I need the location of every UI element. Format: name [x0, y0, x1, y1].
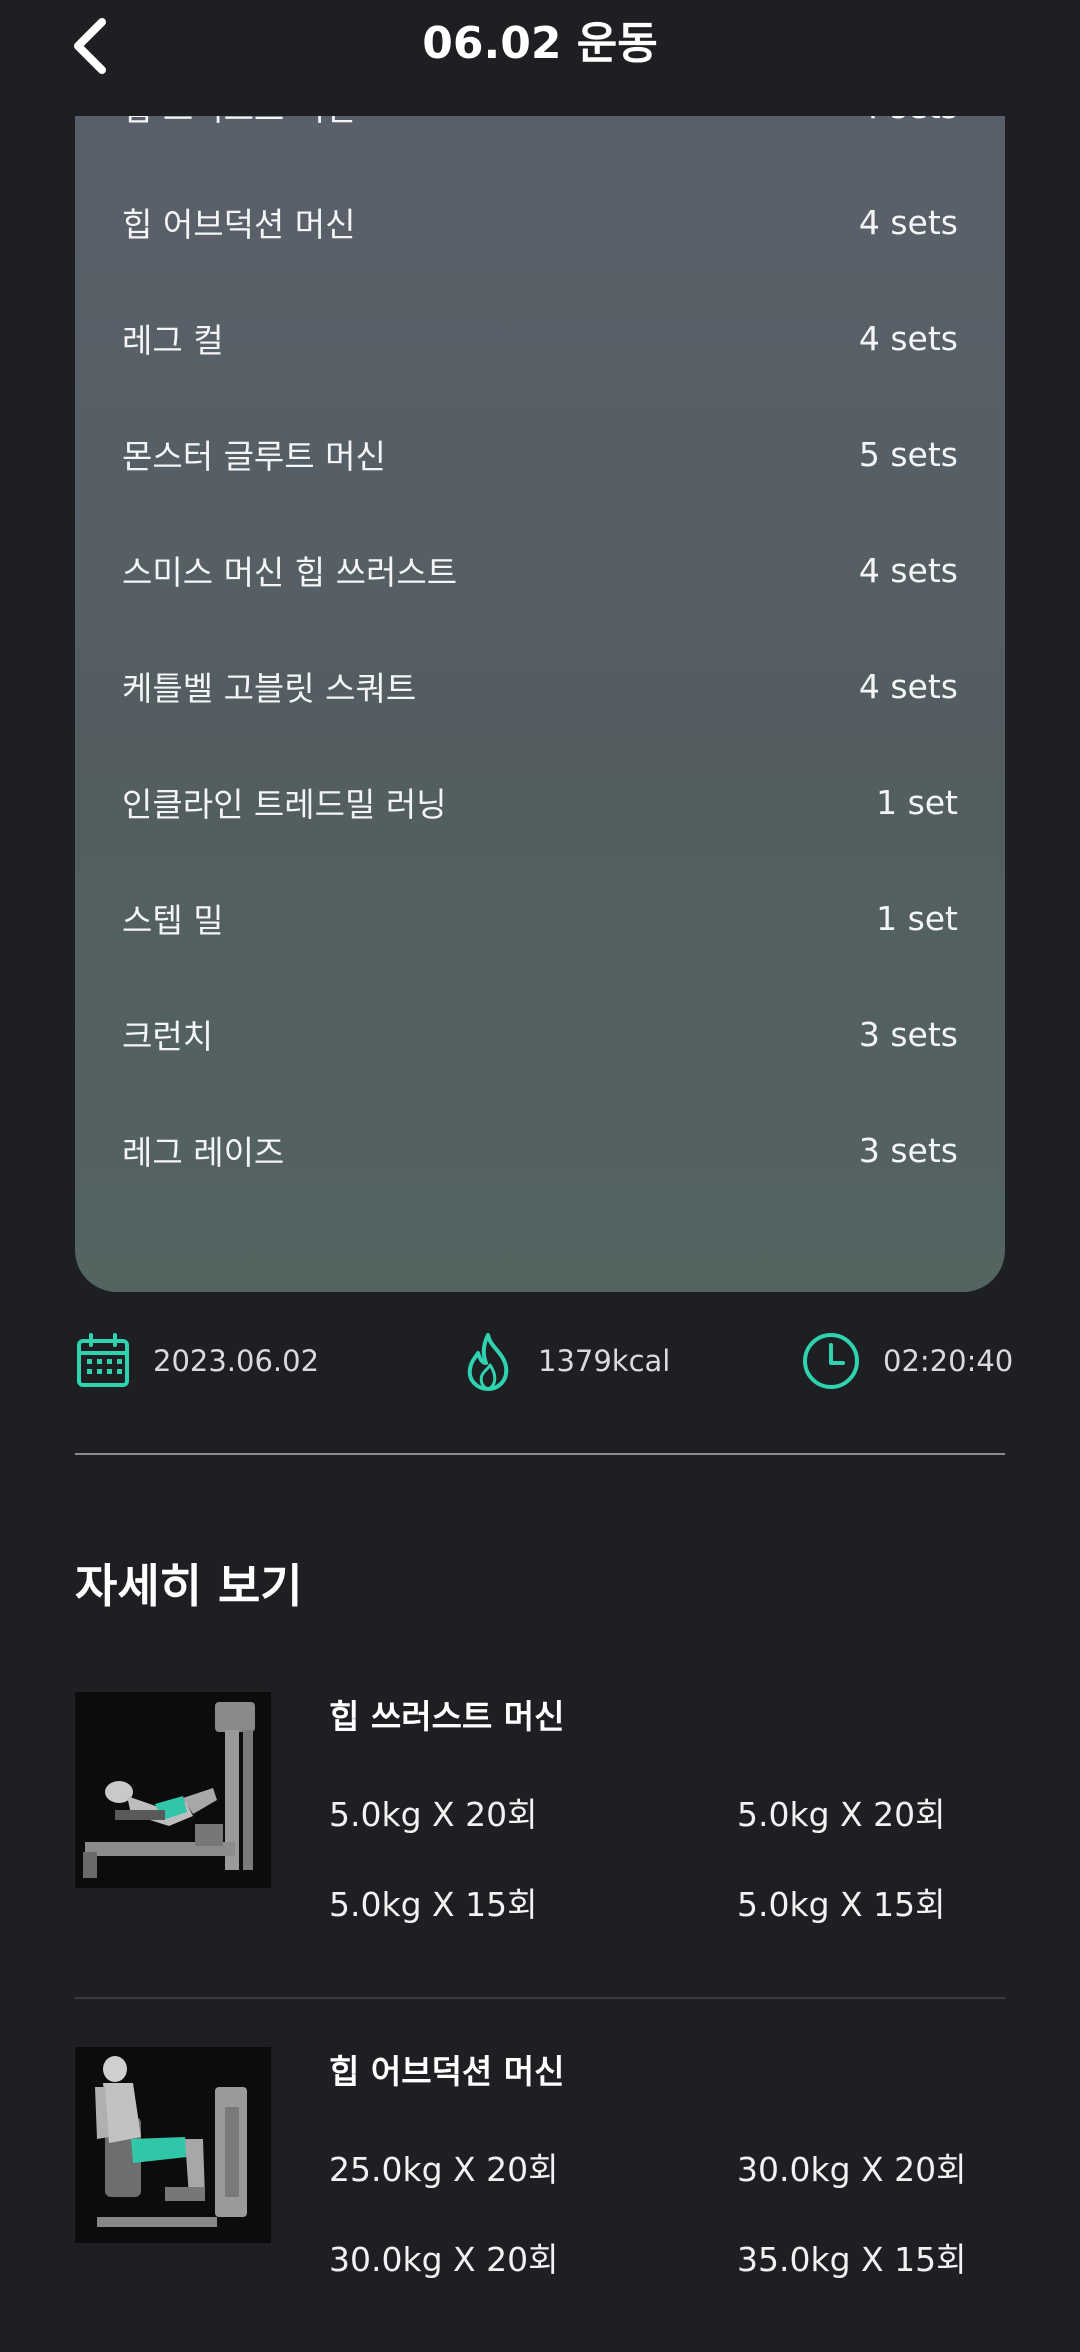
exercise-name: 힙 어브덕션 머신 [122, 205, 356, 244]
flame-icon [467, 1333, 509, 1391]
set-record: 5.0kg X 20회 [737, 1795, 946, 1834]
detail-exercise-name: 힙 어브덕션 머신 [329, 2052, 565, 2091]
set-record: 5.0kg X 15회 [737, 1885, 946, 1924]
exercise-row[interactable]: 레그 컬 4 sets [122, 308, 958, 368]
set-record: 35.0kg X 15회 [737, 2240, 967, 2279]
exercise-sets: 4 sets [858, 666, 958, 706]
set-record: 5.0kg X 20회 [329, 1795, 538, 1834]
exercise-sets: 4 sets [858, 202, 958, 242]
exercise-name: 레그 컬 [122, 321, 224, 360]
set-record: 5.0kg X 15회 [329, 1885, 538, 1924]
duration-stat: 02:20:40 [801, 1328, 1013, 1394]
exercise-thumbnail [75, 2047, 271, 2243]
exercise-row[interactable]: 힙 쓰러스트 머신 4 sets [122, 116, 958, 136]
exercise-name: 힙 쓰러스트 머신 [122, 116, 356, 130]
exercise-sets: 3 sets [858, 1130, 958, 1170]
exercise-detail[interactable]: 힙 쓰러스트 머신 5.0kg X 20회 5.0kg X 20회 5.0kg … [75, 1692, 1005, 1932]
date-stat: 2023.06.02 [75, 1328, 319, 1394]
exercise-row[interactable]: 인클라인 트레드밀 러닝 1 set [122, 772, 958, 832]
clock-icon [803, 1333, 859, 1389]
exercise-row[interactable]: 스미스 머신 힙 쓰러스트 4 sets [122, 540, 958, 600]
exercise-name: 인클라인 트레드밀 러닝 [122, 785, 447, 824]
exercise-thumbnail [75, 1692, 271, 1888]
calendar-icon [77, 1333, 129, 1387]
exercise-name: 레그 레이즈 [122, 1133, 285, 1172]
hip-thrust-machine-illustration [75, 1692, 271, 1888]
workout-date: 2023.06.02 [153, 1344, 320, 1378]
page-title: 06.02 운동 [422, 18, 658, 69]
workout-duration: 02:20:40 [883, 1344, 1014, 1378]
section-divider [75, 1453, 1005, 1455]
exercise-name: 스텝 밀 [122, 901, 224, 940]
exercise-row[interactable]: 크런치 3 sets [122, 1004, 958, 1064]
exercise-sets: 5 sets [858, 434, 958, 474]
set-record: 25.0kg X 20회 [329, 2150, 559, 2189]
exercise-row[interactable]: 힙 어브덕션 머신 4 sets [122, 192, 958, 252]
exercise-summary-card: 힙 쓰러스트 머신 4 sets 힙 어브덕션 머신 4 sets 레그 컬 4… [75, 116, 1005, 1292]
exercise-sets: 4 sets [859, 116, 958, 126]
exercise-name: 케틀벨 고블릿 스쿼트 [122, 669, 417, 708]
exercise-row[interactable]: 스텝 밀 1 set [122, 888, 958, 948]
exercise-sets: 4 sets [858, 550, 958, 590]
set-record: 30.0kg X 20회 [329, 2240, 559, 2279]
workout-stats: 2023.06.02 1379kcal 02:20:40 [75, 1328, 1013, 1394]
exercise-sets: 1 set [876, 898, 958, 938]
exercise-row[interactable]: 몬스터 글루트 머신 5 sets [122, 424, 958, 484]
details-title: 자세히 보기 [75, 1559, 303, 1613]
app-header: 06.02 운동 [0, 0, 1080, 116]
exercise-row[interactable]: 레그 레이즈 3 sets [122, 1120, 958, 1180]
detail-exercise-name: 힙 쓰러스트 머신 [329, 1697, 565, 1736]
exercise-name: 스미스 머신 힙 쓰러스트 [122, 553, 458, 592]
set-record: 30.0kg X 20회 [737, 2150, 967, 2189]
workout-calories: 1379kcal [538, 1344, 671, 1378]
exercise-sets: 3 sets [858, 1014, 958, 1054]
exercise-name: 몬스터 글루트 머신 [122, 437, 386, 476]
calories-stat: 1379kcal [460, 1328, 670, 1394]
detail-divider [75, 1997, 1005, 1999]
exercise-detail[interactable]: 힙 어브덕션 머신 25.0kg X 20회 30.0kg X 20회 30.0… [75, 2047, 1005, 2287]
exercise-name: 크런치 [122, 1017, 214, 1056]
hip-abduction-machine-illustration [75, 2047, 271, 2243]
exercise-sets: 4 sets [858, 318, 958, 358]
exercise-sets: 1 set [876, 782, 958, 822]
exercise-row[interactable]: 케틀벨 고블릿 스쿼트 4 sets [122, 656, 958, 716]
